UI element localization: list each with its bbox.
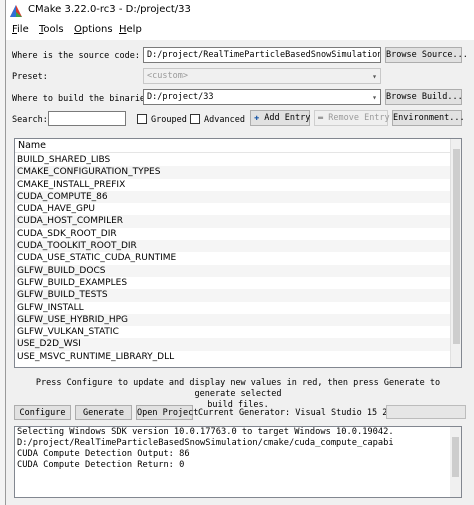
- cmake-window: CMake 3.22.0-rc3 - D:/project/33 File To…: [5, 0, 474, 505]
- environment-button[interactable]: Environment...: [392, 110, 465, 126]
- output-log[interactable]: Selecting Windows SDK version 10.0.17763…: [14, 426, 462, 498]
- current-generator: Current Generator: Visual Studio 15 2017: [198, 408, 403, 418]
- preset-label: Preset:: [12, 72, 48, 82]
- cache-entry-row[interactable]: CUDA_USE_STATIC_CUDA_RUNTIME: [15, 252, 452, 264]
- source-label: Where is the source code:: [12, 51, 140, 61]
- menu-tools[interactable]: Tools: [39, 24, 64, 35]
- generate-button[interactable]: Generate: [75, 405, 132, 420]
- cache-entry-row[interactable]: CUDA_TOOLKIT_ROOT_DIR: [15, 240, 452, 253]
- configure-button[interactable]: Configure: [14, 405, 71, 420]
- add-entry-button[interactable]: ✚ Add Entry: [250, 110, 310, 126]
- remove-icon: ▬: [318, 113, 324, 123]
- cache-entry-row[interactable]: GLFW_BUILD_TESTS: [15, 289, 452, 302]
- menu-bar: File Tools Options Help: [6, 22, 474, 40]
- advanced-checkbox[interactable]: [190, 114, 200, 124]
- chevron-down-icon: ▾: [372, 93, 377, 102]
- grouped-label: Grouped: [151, 115, 187, 125]
- cache-entry-row[interactable]: BUILD_SHARED_LIBS: [15, 154, 452, 166]
- scrollbar-thumb[interactable]: [452, 437, 459, 477]
- cache-entries-list[interactable]: Name BUILD_SHARED_LIBS CMAKE_CONFIGURATIO…: [14, 138, 462, 368]
- output-scrollbar[interactable]: [450, 427, 461, 497]
- open-project-button[interactable]: Open Project: [136, 405, 198, 420]
- advanced-label: Advanced: [204, 115, 245, 125]
- menu-options[interactable]: Options: [74, 24, 113, 35]
- cache-entry-row[interactable]: USE_MSVC_RUNTIME_LIBRARY_DLL: [15, 351, 452, 363]
- output-line: Selecting Windows SDK version 10.0.17763…: [17, 427, 394, 437]
- search-input[interactable]: [48, 111, 126, 126]
- cmake-logo-icon: [10, 5, 22, 17]
- browse-source-button[interactable]: Browse Source...: [385, 47, 468, 63]
- chevron-down-icon: ▾: [372, 72, 377, 81]
- output-line: CUDA Compute Detection Return: 0: [17, 460, 185, 470]
- progress-bar: [386, 405, 466, 419]
- remove-entry-button[interactable]: ▬ Remove Entry: [314, 110, 390, 126]
- cache-entry-row[interactable]: GLFW_BUILD_EXAMPLES: [15, 277, 452, 289]
- search-label: Search:: [12, 115, 48, 125]
- cache-entry-row[interactable]: CMAKE_INSTALL_PREFIX: [15, 179, 452, 191]
- menu-help[interactable]: Help: [119, 24, 142, 35]
- cache-entry-row[interactable]: GLFW_USE_HYBRID_HPG: [15, 313, 452, 327]
- browse-build-button[interactable]: Browse Build...: [385, 89, 463, 105]
- output-line: D:/project/RealTimeParticleBasedSnowSimu…: [17, 438, 394, 448]
- cache-entry-row[interactable]: GLFW_BUILD_DOCS: [15, 264, 452, 277]
- output-lines: Selecting Windows SDK version 10.0.17763…: [15, 427, 461, 471]
- menu-file[interactable]: File: [12, 24, 29, 35]
- build-path-combo[interactable]: D:/project/33 ▾: [143, 89, 381, 105]
- cache-list-scrollbar[interactable]: [450, 139, 461, 367]
- window-title: CMake 3.22.0-rc3 - D:/project/33: [28, 4, 191, 15]
- cache-entry-row[interactable]: CMAKE_CONFIGURATION_TYPES: [15, 166, 452, 179]
- cache-entry-row[interactable]: USE_D2D_WSI: [15, 338, 452, 351]
- column-header-name[interactable]: Name: [15, 139, 452, 153]
- title-bar: CMake 3.22.0-rc3 - D:/project/33: [6, 0, 474, 22]
- scrollbar-thumb[interactable]: [453, 149, 460, 344]
- source-path-combo[interactable]: D:/project/RealTimeParticleBasedSnowSimu…: [143, 47, 381, 63]
- grouped-checkbox[interactable]: [137, 114, 147, 124]
- add-icon: ✚: [254, 113, 260, 123]
- cache-entry-row[interactable]: GLFW_INSTALL: [15, 302, 452, 314]
- cache-entry-row[interactable]: GLFW_VULKAN_STATIC: [15, 326, 452, 338]
- build-label: Where to build the binaries:: [12, 94, 156, 104]
- output-line: CUDA Compute Detection Output: 86: [17, 449, 190, 459]
- cache-entry-row[interactable]: CUDA_HOST_COMPILER: [15, 215, 452, 228]
- cache-entry-row[interactable]: CUDA_HAVE_GPU: [15, 203, 452, 215]
- cache-entry-row[interactable]: CUDA_COMPUTE_86: [15, 190, 452, 204]
- cache-entry-row[interactable]: CUDA_SDK_ROOT_DIR: [15, 228, 452, 240]
- cache-rows: BUILD_SHARED_LIBS CMAKE_CONFIGURATION_TYP…: [15, 154, 452, 363]
- preset-combo[interactable]: <custom> ▾: [143, 68, 381, 84]
